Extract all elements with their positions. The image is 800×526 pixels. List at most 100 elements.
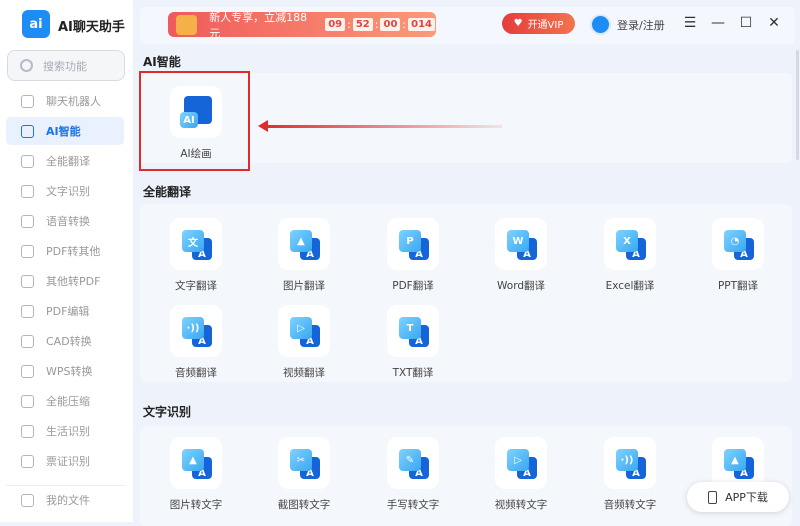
sidebar-item[interactable]: 聊天机器人 bbox=[6, 87, 124, 115]
ai-icon bbox=[21, 124, 34, 138]
gift-icon bbox=[176, 14, 198, 35]
sidebar-item[interactable]: WPS转换 bbox=[6, 357, 124, 385]
pdf-icon bbox=[21, 244, 34, 258]
sidebar-item[interactable]: AI智能 bbox=[6, 117, 124, 145]
folder-icon bbox=[21, 493, 34, 507]
tool-icon: A ▲ bbox=[278, 218, 330, 270]
tool-item[interactable]: A ✎ 手写转文字 bbox=[363, 437, 463, 512]
sidebar-item-label: 生活识别 bbox=[46, 425, 90, 438]
sidebar-item-label: 全能压缩 bbox=[46, 395, 90, 408]
highlight-box bbox=[139, 71, 250, 171]
search-placeholder: 搜索功能 bbox=[43, 59, 87, 73]
scrollbar[interactable] bbox=[796, 50, 799, 160]
vip-label: 开通VIP bbox=[527, 20, 564, 31]
promo-banner[interactable]: 新人专享，立减188元 09: 52: 00: 014 bbox=[168, 11, 436, 40]
sidebar-item[interactable]: 生活识别 bbox=[6, 417, 124, 445]
sidebar-item-label: PDF编辑 bbox=[46, 305, 90, 318]
tool-icon: A ✂ bbox=[278, 437, 330, 489]
vip-button[interactable]: ♥ 开通VIP bbox=[502, 13, 575, 34]
tool-icon: A ·)) bbox=[604, 437, 656, 489]
tool-item[interactable]: A T TXT翻译 bbox=[363, 305, 463, 380]
countdown-ms: 014 bbox=[408, 18, 435, 31]
app-title: AI聊天助手 bbox=[58, 20, 125, 35]
close-icon[interactable]: ✕ bbox=[765, 14, 783, 32]
sidebar-item-label: PDF转其他 bbox=[46, 245, 101, 258]
sidebar-item[interactable]: 全能翻译 bbox=[6, 147, 124, 175]
sidebar-item[interactable]: CAD转换 bbox=[6, 327, 124, 355]
avatar[interactable] bbox=[590, 14, 611, 35]
tool-item[interactable]: A P PDF翻译 bbox=[363, 218, 463, 293]
tool-icon: A ◔ bbox=[712, 218, 764, 270]
tool-item[interactable]: A ·)) 音频转文字 bbox=[580, 437, 680, 512]
section-title: 文字识别 bbox=[143, 405, 192, 419]
sidebar-item-label: 全能翻译 bbox=[46, 155, 90, 168]
sidebar-item[interactable]: 其他转PDF bbox=[6, 267, 124, 295]
translate-icon bbox=[21, 154, 34, 168]
sidebar-item-label: WPS转换 bbox=[46, 365, 93, 378]
sidebar: ai AI聊天助手 搜索功能 聊天机器人 AI智能全能翻译文字识别语音转换 PDF转… bbox=[0, 0, 133, 522]
ticket-icon bbox=[21, 454, 34, 468]
diamond-icon: ♥ bbox=[513, 18, 523, 29]
tool-item[interactable]: A ◔ PPT翻译 bbox=[688, 218, 788, 293]
minimize-icon[interactable]: — bbox=[709, 14, 727, 32]
sidebar-item-my-files[interactable]: 我的文件 bbox=[6, 486, 124, 514]
tool-item[interactable]: A ·)) 音频翻译 bbox=[146, 305, 246, 380]
countdown-hours: 09 bbox=[325, 18, 346, 31]
cad-icon bbox=[21, 334, 34, 348]
tool-label: PPT翻译 bbox=[717, 280, 759, 292]
tool-label: 截图转文字 bbox=[277, 499, 331, 511]
app-download-button[interactable]: APP下载 bbox=[687, 482, 789, 512]
tool-label: 手写转文字 bbox=[386, 499, 440, 511]
tool-icon: AX bbox=[604, 218, 656, 270]
sidebar-item-label: 其他转PDF bbox=[46, 275, 101, 288]
tool-item[interactable]: A ✂ 截图转文字 bbox=[254, 437, 354, 512]
sidebar-item[interactable]: 文字识别 bbox=[6, 177, 124, 205]
sidebar-item-label: 我的文件 bbox=[46, 494, 90, 507]
tool-icon: A ✎ bbox=[387, 437, 439, 489]
sidebar-item-label: CAD转换 bbox=[46, 335, 92, 348]
tool-label: 音频翻译 bbox=[175, 367, 217, 379]
sidebar-item-label: 文字识别 bbox=[46, 185, 90, 198]
tool-label: Word翻译 bbox=[497, 280, 545, 292]
sidebar-item[interactable]: 全能压缩 bbox=[6, 387, 124, 415]
tool-label: Excel翻译 bbox=[605, 280, 655, 292]
tool-label: 文字翻译 bbox=[175, 280, 217, 292]
tool-item[interactable]: A ▷ 视频翻译 bbox=[254, 305, 354, 380]
search-input[interactable]: 搜索功能 bbox=[7, 50, 125, 81]
maximize-icon[interactable]: ☐ bbox=[737, 14, 755, 32]
countdown-minutes: 52 bbox=[352, 18, 373, 31]
tool-item[interactable]: A ▲ 图片转文字 bbox=[146, 437, 246, 512]
tool-icon: A ▷ bbox=[495, 437, 547, 489]
tool-icon: AP bbox=[387, 218, 439, 270]
section-title: AI智能 bbox=[143, 55, 181, 69]
sidebar-item[interactable]: 票证识别 bbox=[6, 447, 124, 475]
sidebar-item-label: 票证识别 bbox=[46, 455, 90, 468]
menu-icon[interactable]: ☰ bbox=[681, 14, 699, 32]
sidebar-item-label: AI智能 bbox=[46, 125, 81, 138]
tool-item[interactable]: A W Word翻译 bbox=[471, 218, 571, 293]
sidebar-item[interactable]: 语音转换 bbox=[6, 207, 124, 235]
tool-item[interactable]: A 文文字翻译 bbox=[146, 218, 246, 293]
compress-icon bbox=[21, 394, 34, 408]
app-logo: ai bbox=[22, 10, 50, 38]
sidebar-item-label: 聊天机器人 bbox=[46, 95, 101, 108]
tool-item[interactable]: A ▲ 图片翻译 bbox=[254, 218, 354, 293]
scan-icon bbox=[21, 424, 34, 438]
phone-icon bbox=[708, 490, 718, 504]
tool-icon: A文 bbox=[170, 218, 222, 270]
tool-icon: AW bbox=[495, 218, 547, 270]
tool-icon: A ▲ bbox=[170, 437, 222, 489]
tool-label: PDF翻译 bbox=[392, 280, 434, 292]
tool-item[interactable]: A X Excel翻译 bbox=[580, 218, 680, 293]
tool-label: TXT翻译 bbox=[392, 367, 434, 379]
sidebar-item[interactable]: PDF转其他 bbox=[6, 237, 124, 265]
ocr-icon bbox=[21, 184, 34, 198]
tool-item[interactable]: A ▷ 视频转文字 bbox=[471, 437, 571, 512]
tool-icon: AT bbox=[387, 305, 439, 357]
login-link[interactable]: 登录/注册 bbox=[617, 17, 665, 33]
tool-label: 图片转文字 bbox=[169, 499, 223, 511]
sidebar-item[interactable]: PDF编辑 bbox=[6, 297, 124, 325]
tool-label: 视频翻译 bbox=[283, 367, 325, 379]
tool-label: 图片翻译 bbox=[283, 280, 325, 292]
search-icon bbox=[20, 59, 33, 72]
